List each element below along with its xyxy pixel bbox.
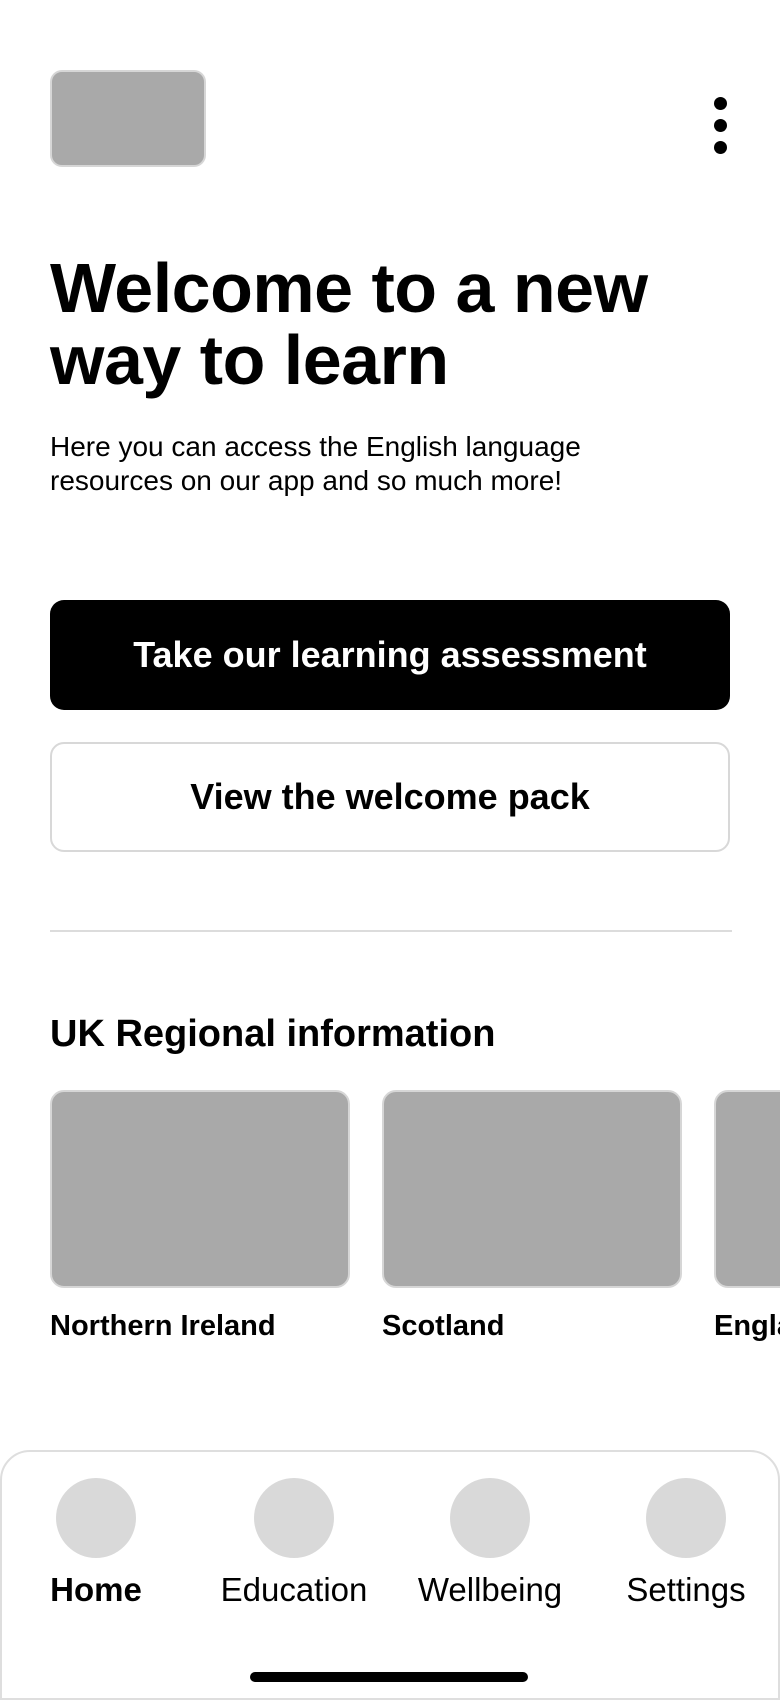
tab-education[interactable]: Education	[196, 1478, 392, 1610]
tab-settings[interactable]: Settings	[588, 1478, 780, 1610]
regional-section-title: UK Regional information	[50, 1013, 496, 1055]
tab-home[interactable]: Home	[0, 1478, 194, 1610]
tab-label: Education	[220, 1571, 368, 1608]
region-card-label: England	[714, 1310, 780, 1342]
kebab-dot	[714, 97, 727, 110]
region-card-northern-ireland[interactable]: Northern Ireland	[50, 1090, 350, 1343]
education-icon	[254, 1478, 334, 1558]
home-indicator	[250, 1672, 528, 1682]
region-image-placeholder	[382, 1090, 682, 1288]
kebab-dot	[714, 141, 727, 154]
kebab-dot	[714, 119, 727, 132]
bottom-tab-bar: Home Education Wellbeing Settings	[0, 1450, 780, 1700]
tab-label: Settings	[626, 1571, 746, 1608]
settings-icon	[646, 1478, 726, 1558]
region-image-placeholder	[714, 1090, 780, 1288]
app-logo	[50, 70, 206, 167]
region-card-label: Northern Ireland	[50, 1310, 276, 1342]
take-assessment-button[interactable]: Take our learning assessment	[50, 600, 730, 710]
section-divider	[50, 930, 732, 932]
more-options-icon[interactable]	[700, 92, 740, 156]
home-icon	[56, 1478, 136, 1558]
view-welcome-pack-button[interactable]: View the welcome pack	[50, 742, 730, 852]
tab-label: Home	[50, 1571, 142, 1608]
tab-wellbeing[interactable]: Wellbeing	[392, 1478, 588, 1610]
region-image-placeholder	[50, 1090, 350, 1288]
region-card-england[interactable]: England	[714, 1090, 780, 1343]
region-card-scotland[interactable]: Scotland	[382, 1090, 682, 1343]
region-card-label: Scotland	[382, 1310, 505, 1342]
tab-label: Wellbeing	[417, 1571, 563, 1608]
wellbeing-icon	[450, 1478, 530, 1558]
page-title: Welcome to a new way to learn	[50, 249, 648, 399]
page-subtitle: Here you can access the English language…	[50, 431, 581, 496]
